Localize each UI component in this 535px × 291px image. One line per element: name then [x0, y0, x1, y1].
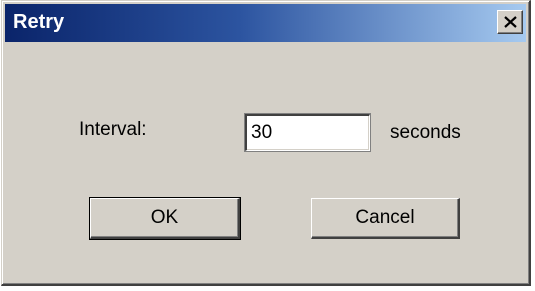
- close-x-icon: [504, 16, 517, 28]
- retry-dialog: Retry Interval: seconds OK Cancel: [1, 0, 531, 286]
- close-button[interactable]: [497, 10, 523, 34]
- seconds-unit-label: seconds: [390, 122, 461, 143]
- ok-button[interactable]: OK: [89, 197, 241, 240]
- interval-input[interactable]: [245, 114, 370, 151]
- title-bar: Retry: [5, 4, 526, 42]
- interval-label: Interval:: [79, 119, 147, 140]
- cancel-button[interactable]: Cancel: [311, 198, 460, 239]
- dialog-title: Retry: [13, 11, 65, 33]
